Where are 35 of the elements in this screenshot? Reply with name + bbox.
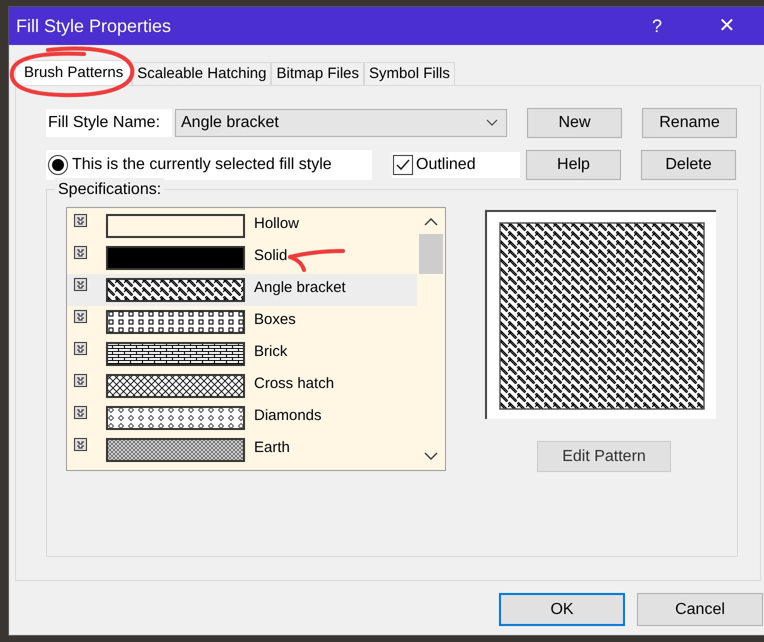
pattern-icon bbox=[74, 342, 87, 355]
pattern-icon bbox=[74, 214, 87, 227]
cancel-button[interactable]: Cancel bbox=[637, 593, 763, 626]
rename-button[interactable]: Rename bbox=[642, 108, 737, 138]
annotation-arrow bbox=[286, 247, 346, 273]
pattern-icon bbox=[74, 310, 87, 323]
fill-style-dropdown[interactable]: Angle bracket bbox=[175, 109, 507, 137]
chevron-down-icon bbox=[486, 119, 498, 127]
ok-button[interactable]: OK bbox=[499, 593, 625, 626]
checkbox[interactable] bbox=[393, 155, 413, 175]
scroll-up-icon[interactable] bbox=[424, 218, 438, 226]
pattern-icon bbox=[74, 406, 87, 419]
new-button[interactable]: New bbox=[527, 108, 622, 138]
delete-button[interactable]: Delete bbox=[641, 150, 736, 180]
checkmark-icon bbox=[396, 159, 410, 171]
outlined-checkbox[interactable]: Outlined bbox=[392, 152, 520, 178]
radio-button[interactable] bbox=[48, 155, 68, 175]
window-title: Fill Style Properties bbox=[16, 14, 172, 38]
tab[interactable]: Symbol Fills bbox=[364, 62, 455, 85]
radio-option[interactable]: This is the currently selected fill style bbox=[46, 150, 372, 180]
scroll-thumb[interactable] bbox=[419, 234, 443, 274]
help-button[interactable]: Help bbox=[526, 150, 621, 180]
edit-pattern-button[interactable]: Edit Pattern bbox=[537, 441, 671, 472]
pattern-row[interactable]: Angle bracket bbox=[67, 274, 417, 306]
pattern-icon bbox=[74, 278, 87, 291]
tab[interactable]: Brush Patterns bbox=[15, 60, 132, 86]
close-button[interactable]: ✕ bbox=[687, 7, 764, 45]
tab[interactable]: Scaleable Hatching bbox=[132, 62, 272, 85]
pattern-icon bbox=[74, 374, 87, 387]
tab[interactable]: Bitmap Files bbox=[271, 62, 364, 85]
field-label: Fill Style Name: bbox=[46, 109, 172, 137]
help-button[interactable]: ? bbox=[627, 7, 687, 45]
scroll-down-icon[interactable] bbox=[424, 452, 438, 460]
pattern-icon bbox=[74, 438, 87, 451]
pattern-icon bbox=[74, 246, 87, 259]
